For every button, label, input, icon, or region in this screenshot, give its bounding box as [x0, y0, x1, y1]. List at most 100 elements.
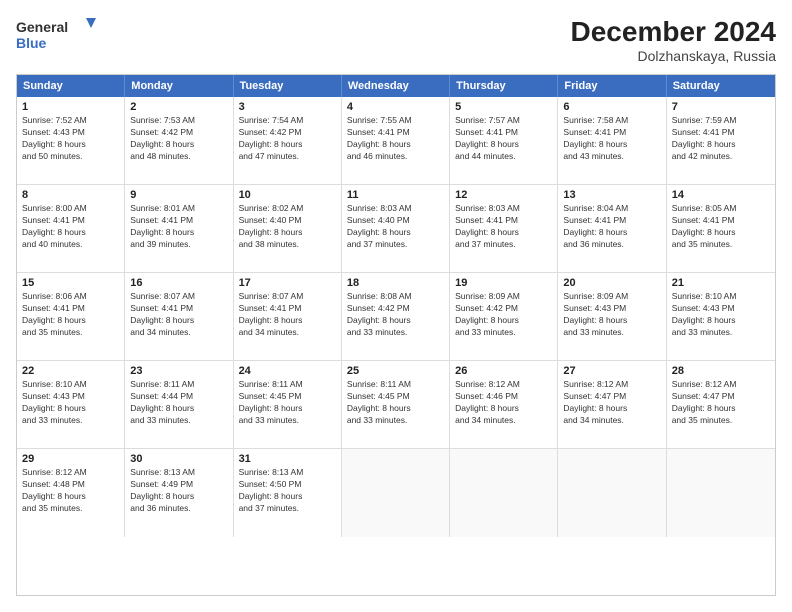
- calendar-cell: 22Sunrise: 8:10 AM Sunset: 4:43 PM Dayli…: [17, 361, 125, 448]
- cell-info: Sunrise: 8:12 AM Sunset: 4:47 PM Dayligh…: [672, 379, 770, 427]
- calendar: SundayMondayTuesdayWednesdayThursdayFrid…: [16, 74, 776, 596]
- cell-info: Sunrise: 8:02 AM Sunset: 4:40 PM Dayligh…: [239, 203, 336, 251]
- calendar-cell: 11Sunrise: 8:03 AM Sunset: 4:40 PM Dayli…: [342, 185, 450, 272]
- calendar-week-2: 8 Sunrise: 8:00 AM Sunset: 4:41 PM Daylig…: [17, 185, 775, 273]
- cell-info: Sunrise: 8:07 AM Sunset: 4:41 PM Dayligh…: [239, 291, 336, 339]
- header-day-friday: Friday: [558, 75, 666, 97]
- cell-info: Sunrise: 7:58 AM Sunset: 4:41 PM Dayligh…: [563, 115, 660, 163]
- calendar-cell: 7Sunrise: 7:59 AM Sunset: 4:41 PM Daylig…: [667, 97, 775, 184]
- calendar-cell: 13 Sunrise: 8:04 AM Sunset: 4:41 PM Dayli…: [558, 185, 666, 272]
- calendar-cell: [342, 449, 450, 537]
- calendar-cell: 31 Sunrise: 8:13 AM Sunset: 4:50 PM Dayli…: [234, 449, 342, 537]
- day-number: 3: [239, 101, 336, 113]
- day-number: 30: [130, 453, 227, 465]
- cell-info: Sunrise: 8:07 AM Sunset: 4:41 PM Dayligh…: [130, 291, 227, 339]
- day-number: 2: [130, 101, 227, 113]
- logo-svg: General Blue: [16, 16, 96, 52]
- calendar-cell: [450, 449, 558, 537]
- day-number: 24: [239, 365, 336, 377]
- day-number: 4: [347, 101, 444, 113]
- cell-info: Sunrise: 7:57 AM Sunset: 4:41 PM Dayligh…: [455, 115, 552, 163]
- cell-info: Sunrise: 8:03 AM Sunset: 4:41 PM Dayligh…: [455, 203, 552, 251]
- day-number: 8: [22, 189, 119, 201]
- calendar-cell: 30 Sunrise: 8:13 AM Sunset: 4:49 PM Dayli…: [125, 449, 233, 537]
- day-number: 26: [455, 365, 552, 377]
- header-day-saturday: Saturday: [667, 75, 775, 97]
- day-number: 23: [130, 365, 227, 377]
- day-number: 19: [455, 277, 552, 289]
- day-number: 20: [563, 277, 660, 289]
- calendar-cell: 12 Sunrise: 8:03 AM Sunset: 4:41 PM Dayli…: [450, 185, 558, 272]
- calendar-cell: 2 Sunrise: 7:53 AM Sunset: 4:42 PM Daylig…: [125, 97, 233, 184]
- calendar-cell: 17Sunrise: 8:07 AM Sunset: 4:41 PM Dayli…: [234, 273, 342, 360]
- day-number: 27: [563, 365, 660, 377]
- day-number: 25: [347, 365, 444, 377]
- cell-info: Sunrise: 8:12 AM Sunset: 4:47 PM Dayligh…: [563, 379, 660, 427]
- calendar-cell: 24 Sunrise: 8:11 AM Sunset: 4:45 PM Dayli…: [234, 361, 342, 448]
- day-number: 14: [672, 189, 770, 201]
- calendar-cell: 10 Sunrise: 8:02 AM Sunset: 4:40 PM Dayli…: [234, 185, 342, 272]
- cell-info: Sunrise: 8:04 AM Sunset: 4:41 PM Dayligh…: [563, 203, 660, 251]
- title-block: December 2024 Dolzhanskaya, Russia: [571, 16, 776, 64]
- cell-info: Sunrise: 7:55 AM Sunset: 4:41 PM Dayligh…: [347, 115, 444, 163]
- calendar-cell: 6 Sunrise: 7:58 AM Sunset: 4:41 PM Daylig…: [558, 97, 666, 184]
- day-number: 28: [672, 365, 770, 377]
- cell-info: Sunrise: 8:10 AM Sunset: 4:43 PM Dayligh…: [672, 291, 770, 339]
- calendar-cell: 1Sunrise: 7:52 AM Sunset: 4:43 PM Daylig…: [17, 97, 125, 184]
- cell-info: Sunrise: 7:59 AM Sunset: 4:41 PM Dayligh…: [672, 115, 770, 163]
- cell-info: Sunrise: 8:11 AM Sunset: 4:44 PM Dayligh…: [130, 379, 227, 427]
- calendar-cell: [667, 449, 775, 537]
- page: General Blue December 2024 Dolzhanskaya,…: [0, 0, 792, 612]
- day-number: 12: [455, 189, 552, 201]
- cell-info: Sunrise: 8:06 AM Sunset: 4:41 PM Dayligh…: [22, 291, 119, 339]
- calendar-cell: 26 Sunrise: 8:12 AM Sunset: 4:46 PM Dayli…: [450, 361, 558, 448]
- calendar-cell: 28 Sunrise: 8:12 AM Sunset: 4:47 PM Dayli…: [667, 361, 775, 448]
- svg-text:Blue: Blue: [16, 35, 47, 51]
- day-number: 5: [455, 101, 552, 113]
- day-number: 21: [672, 277, 770, 289]
- header-day-monday: Monday: [125, 75, 233, 97]
- calendar-cell: 23 Sunrise: 8:11 AM Sunset: 4:44 PM Dayli…: [125, 361, 233, 448]
- header-day-wednesday: Wednesday: [342, 75, 450, 97]
- day-number: 13: [563, 189, 660, 201]
- calendar-cell: 15 Sunrise: 8:06 AM Sunset: 4:41 PM Dayli…: [17, 273, 125, 360]
- calendar-cell: 29 Sunrise: 8:12 AM Sunset: 4:48 PM Dayli…: [17, 449, 125, 537]
- calendar-cell: 16Sunrise: 8:07 AM Sunset: 4:41 PM Dayli…: [125, 273, 233, 360]
- cell-info: Sunrise: 7:54 AM Sunset: 4:42 PM Dayligh…: [239, 115, 336, 163]
- cell-info: Sunrise: 8:08 AM Sunset: 4:42 PM Dayligh…: [347, 291, 444, 339]
- day-number: 9: [130, 189, 227, 201]
- header-day-sunday: Sunday: [17, 75, 125, 97]
- day-number: 6: [563, 101, 660, 113]
- cell-info: Sunrise: 8:05 AM Sunset: 4:41 PM Dayligh…: [672, 203, 770, 251]
- header-day-tuesday: Tuesday: [234, 75, 342, 97]
- subtitle: Dolzhanskaya, Russia: [571, 48, 776, 64]
- calendar-week-4: 22Sunrise: 8:10 AM Sunset: 4:43 PM Dayli…: [17, 361, 775, 449]
- header-day-thursday: Thursday: [450, 75, 558, 97]
- day-number: 15: [22, 277, 119, 289]
- cell-info: Sunrise: 8:09 AM Sunset: 4:42 PM Dayligh…: [455, 291, 552, 339]
- cell-info: Sunrise: 8:12 AM Sunset: 4:48 PM Dayligh…: [22, 467, 119, 515]
- day-number: 18: [347, 277, 444, 289]
- cell-info: Sunrise: 8:09 AM Sunset: 4:43 PM Dayligh…: [563, 291, 660, 339]
- cell-info: Sunrise: 8:11 AM Sunset: 4:45 PM Dayligh…: [239, 379, 336, 427]
- calendar-cell: 5 Sunrise: 7:57 AM Sunset: 4:41 PM Daylig…: [450, 97, 558, 184]
- day-number: 10: [239, 189, 336, 201]
- cell-info: Sunrise: 8:00 AM Sunset: 4:41 PM Dayligh…: [22, 203, 119, 251]
- calendar-cell: 4 Sunrise: 7:55 AM Sunset: 4:41 PM Daylig…: [342, 97, 450, 184]
- calendar-week-5: 29 Sunrise: 8:12 AM Sunset: 4:48 PM Dayli…: [17, 449, 775, 537]
- calendar-week-3: 15 Sunrise: 8:06 AM Sunset: 4:41 PM Dayli…: [17, 273, 775, 361]
- cell-info: Sunrise: 8:13 AM Sunset: 4:50 PM Dayligh…: [239, 467, 336, 515]
- day-number: 11: [347, 189, 444, 201]
- day-number: 31: [239, 453, 336, 465]
- calendar-week-1: 1Sunrise: 7:52 AM Sunset: 4:43 PM Daylig…: [17, 97, 775, 185]
- cell-info: Sunrise: 8:12 AM Sunset: 4:46 PM Dayligh…: [455, 379, 552, 427]
- calendar-cell: 21 Sunrise: 8:10 AM Sunset: 4:43 PM Dayli…: [667, 273, 775, 360]
- cell-info: Sunrise: 7:52 AM Sunset: 4:43 PM Dayligh…: [22, 115, 119, 163]
- calendar-header: SundayMondayTuesdayWednesdayThursdayFrid…: [17, 75, 775, 97]
- cell-info: Sunrise: 7:53 AM Sunset: 4:42 PM Dayligh…: [130, 115, 227, 163]
- cell-info: Sunrise: 8:01 AM Sunset: 4:41 PM Dayligh…: [130, 203, 227, 251]
- day-number: 29: [22, 453, 119, 465]
- cell-info: Sunrise: 8:13 AM Sunset: 4:49 PM Dayligh…: [130, 467, 227, 515]
- calendar-cell: [558, 449, 666, 537]
- calendar-cell: 8 Sunrise: 8:00 AM Sunset: 4:41 PM Daylig…: [17, 185, 125, 272]
